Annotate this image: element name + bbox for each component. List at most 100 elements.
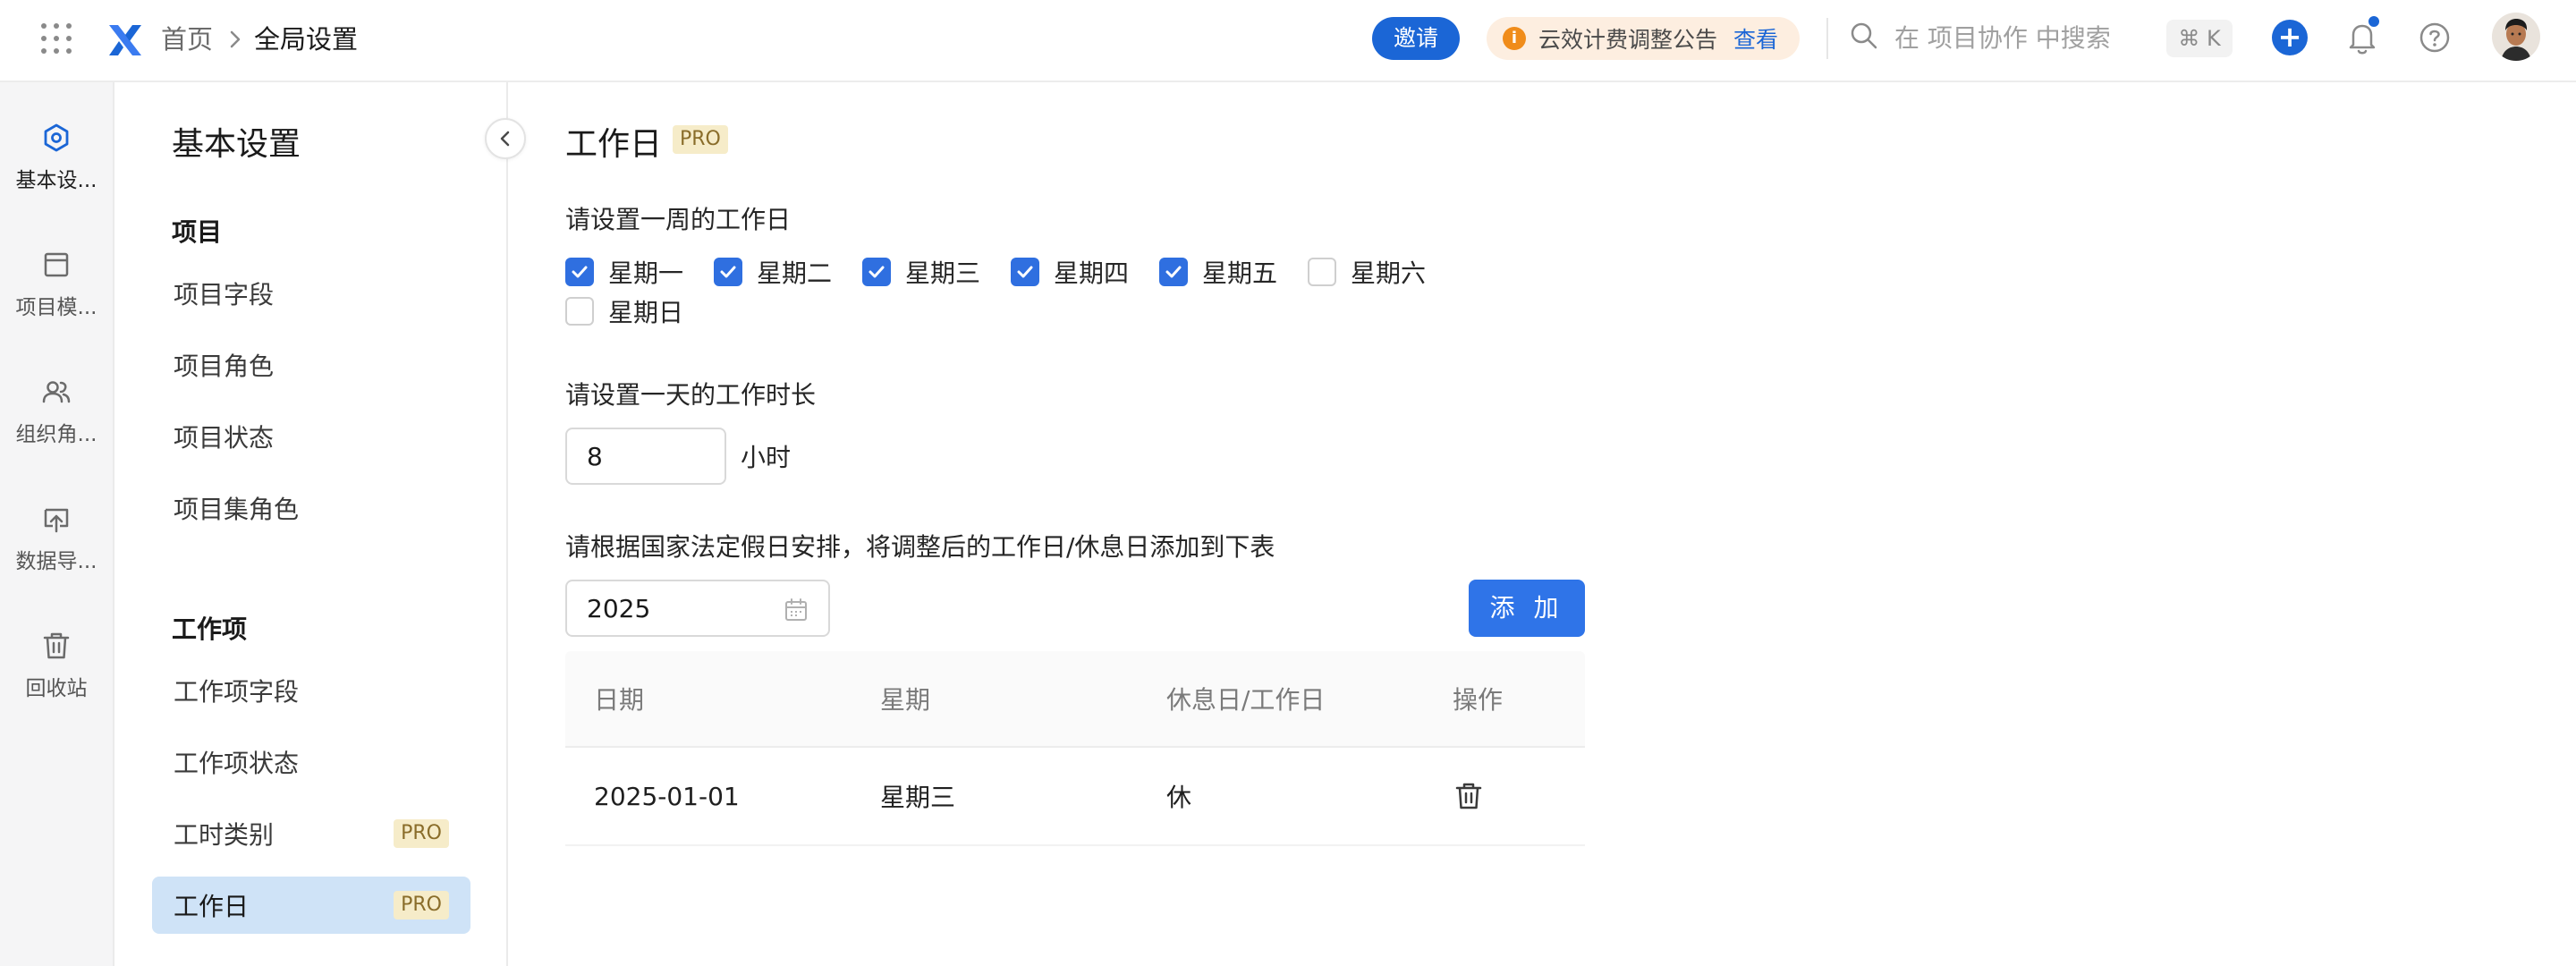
day-checkbox-sun[interactable]: 星期日 xyxy=(565,295,683,327)
delete-icon[interactable] xyxy=(1453,780,1485,812)
top-bar: 首页 全局设置 邀请 i 云效计费调整公告 查看 ⌘ K + xyxy=(0,0,2576,82)
rail-item-org-roles[interactable]: 组织角... xyxy=(0,376,113,447)
invite-button[interactable]: 邀请 xyxy=(1372,17,1460,60)
nav-item-label: 工时类别 xyxy=(174,820,275,850)
check-icon xyxy=(572,266,588,278)
nav-item-work-item-status[interactable]: 工作项状态 xyxy=(152,733,470,791)
check-icon xyxy=(720,266,736,278)
rail-label: 回收站 xyxy=(25,677,88,700)
nav-item-label: 工作项状态 xyxy=(174,749,300,778)
rail-label: 基本设... xyxy=(15,169,97,192)
day-checkbox-mon[interactable]: 星期一 xyxy=(565,256,683,288)
cell-weekday: 星期三 xyxy=(880,783,956,812)
create-button[interactable]: + xyxy=(2272,20,2308,55)
day-label: 星期四 xyxy=(1054,258,1130,288)
cell-actions xyxy=(1424,780,1585,812)
holiday-table: 日期 星期 休息日/工作日 操作 2025-01-01 星期三 休 xyxy=(565,651,1585,846)
nav-group-work-items: 工作项 xyxy=(172,614,248,644)
rail-item-basic-settings[interactable]: 基本设... xyxy=(0,122,113,193)
shortcut-badge: ⌘ K xyxy=(2166,20,2233,57)
info-icon: i xyxy=(1503,27,1526,50)
search-icon[interactable] xyxy=(1848,20,1880,52)
column-header-actions: 操作 xyxy=(1453,685,1504,715)
nav-item-label: 项目状态 xyxy=(174,423,275,453)
nav-item-workdays[interactable]: 工作日 PRO xyxy=(152,877,470,934)
day-label: 星期二 xyxy=(757,258,833,288)
column-header-date: 日期 xyxy=(594,685,645,715)
avatar[interactable] xyxy=(2492,13,2540,61)
day-checkbox-fri[interactable]: 星期五 xyxy=(1159,256,1277,288)
nav-item-label: 项目角色 xyxy=(174,352,275,381)
add-button[interactable]: 添 加 xyxy=(1469,580,1585,637)
settings-nav-title: 基本设置 xyxy=(172,126,301,163)
search-input[interactable] xyxy=(1894,16,2163,59)
help-icon[interactable] xyxy=(2417,20,2453,55)
nav-item-work-item-fields[interactable]: 工作项字段 xyxy=(152,662,470,719)
nav-item-project-fields[interactable]: 项目字段 xyxy=(152,265,470,322)
trash-icon xyxy=(43,632,70,659)
day-label: 星期三 xyxy=(905,258,981,288)
day-label: 星期一 xyxy=(608,258,684,288)
import-icon xyxy=(44,508,69,533)
holiday-adjust-label: 请根据国家法定假日安排，将调整后的工作日/休息日添加到下表 xyxy=(565,532,1275,562)
table-row: 2025-01-01 星期三 休 xyxy=(565,748,1585,846)
calendar-icon xyxy=(785,598,807,621)
hours-unit: 小时 xyxy=(741,443,792,472)
pro-badge: PRO xyxy=(394,819,449,848)
breadcrumb-home[interactable]: 首页 xyxy=(161,21,213,57)
breadcrumb-current: 全局设置 xyxy=(254,24,359,55)
day-label: 星期六 xyxy=(1351,258,1427,288)
pro-badge: PRO xyxy=(394,891,449,919)
nav-item-label: 工作日 xyxy=(174,892,250,921)
day-checkbox-wed[interactable]: 星期三 xyxy=(862,256,980,288)
nav-item-project-status[interactable]: 项目状态 xyxy=(152,408,470,465)
settings-hexagon-icon xyxy=(44,123,69,152)
checkbox-unchecked[interactable] xyxy=(565,297,594,326)
rail-item-data-import[interactable]: 数据导... xyxy=(0,503,113,574)
checkbox-checked[interactable] xyxy=(862,258,891,286)
day-label: 星期五 xyxy=(1202,258,1278,288)
template-icon xyxy=(44,252,69,277)
notice-text: 云效计费调整公告 xyxy=(1538,27,1718,53)
checkbox-checked[interactable] xyxy=(714,258,742,286)
day-checkbox-thu[interactable]: 星期四 xyxy=(1011,256,1129,288)
nav-item-program-roles[interactable]: 项目集角色 xyxy=(152,479,470,537)
day-label: 星期日 xyxy=(608,298,684,327)
day-checkbox-sat[interactable]: 星期六 xyxy=(1308,256,1426,288)
checkbox-checked[interactable] xyxy=(1011,258,1039,286)
rail-item-recycle-bin[interactable]: 回收站 xyxy=(0,630,113,701)
column-header-type: 休息日/工作日 xyxy=(1166,685,1326,715)
rail-item-project-templates[interactable]: 项目模... xyxy=(0,249,113,320)
notice-view-link[interactable]: 查看 xyxy=(1733,22,1778,55)
year-picker[interactable]: 2025 xyxy=(565,580,830,637)
check-icon xyxy=(1165,266,1182,278)
work-hours-input[interactable] xyxy=(565,428,726,485)
nav-item-label: 项目集角色 xyxy=(174,495,300,524)
check-icon xyxy=(869,266,885,278)
rail-label: 数据导... xyxy=(15,550,97,573)
divider xyxy=(1826,18,1828,59)
page-title: 工作日 xyxy=(565,126,663,163)
checkbox-checked[interactable] xyxy=(565,258,594,286)
checkbox-unchecked[interactable] xyxy=(1308,258,1336,286)
work-hours-label: 请设置一天的工作时长 xyxy=(565,380,817,410)
users-icon xyxy=(42,381,71,403)
pro-badge: PRO xyxy=(673,125,728,154)
chevron-right-icon xyxy=(230,30,241,48)
settings-nav: 基本设置 项目 项目字段 项目角色 项目状态 项目集角色 工作项 工作项字段 工… xyxy=(114,82,526,966)
nav-item-time-categories[interactable]: 工时类别 PRO xyxy=(152,805,470,862)
rail-label: 组织角... xyxy=(15,423,97,446)
icon-rail: 基本设... 项目模... 组织角... 数据导... 回收站 xyxy=(0,82,114,966)
nav-item-project-roles[interactable]: 项目角色 xyxy=(152,336,470,394)
apps-grid-icon[interactable] xyxy=(41,23,72,54)
main-content: 工作日 PRO 请设置一周的工作日 星期一 星期二 星期三 星期四 星期五 星期… xyxy=(508,82,2576,966)
notice-banner[interactable]: i 云效计费调整公告 查看 xyxy=(1487,17,1800,60)
check-icon xyxy=(1017,266,1033,278)
day-checkbox-tue[interactable]: 星期二 xyxy=(714,256,832,288)
nav-group-project: 项目 xyxy=(172,217,223,247)
notification-dot xyxy=(2367,14,2381,29)
logo-icon[interactable] xyxy=(106,20,145,59)
checkbox-checked[interactable] xyxy=(1159,258,1188,286)
week-days-label: 请设置一周的工作日 xyxy=(565,205,792,234)
cell-type: 休 xyxy=(1166,783,1192,812)
